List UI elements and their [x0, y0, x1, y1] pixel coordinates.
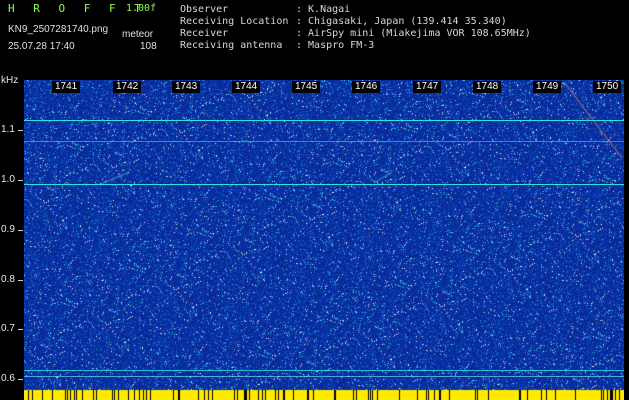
- time-tick-label: 1743: [172, 81, 201, 93]
- time-tick-label: 1750: [593, 81, 622, 93]
- waterfall-noise-canvas: [24, 80, 624, 400]
- y-tick-label: 1.0: [1, 174, 15, 185]
- y-tick-label: 0.8: [1, 274, 15, 285]
- antenna-value: : Maspro FM-3: [296, 40, 375, 51]
- reference-line: [24, 120, 624, 121]
- y-axis-unit: kHz: [1, 75, 19, 86]
- y-tick-mark: [18, 130, 23, 131]
- app-version: 1.00f: [126, 3, 157, 14]
- count-value: 108: [140, 41, 157, 52]
- y-tick-mark: [18, 379, 23, 380]
- file-name: KN9_2507281740.png: [8, 24, 109, 35]
- time-tick-label: 1748: [473, 81, 502, 93]
- timestamp: 25.07.28 17:40: [8, 41, 75, 52]
- y-tick-mark: [18, 329, 23, 330]
- time-tick-label: 1742: [113, 81, 142, 93]
- y-tick-mark: [18, 280, 23, 281]
- y-tick-label: 1.1: [1, 124, 15, 135]
- time-tick-label: 1749: [533, 81, 562, 93]
- y-tick-label: 0.7: [1, 323, 15, 334]
- reference-line: [24, 370, 624, 371]
- waterfall-spectrogram: 1741 1742 1743 1744 1745 1746 1747 1748 …: [24, 80, 624, 400]
- antenna-label: Receiving antenna: [180, 40, 283, 51]
- reference-line: [24, 376, 624, 377]
- mode-label: meteor: [122, 29, 154, 40]
- y-tick-label: 0.9: [1, 224, 15, 235]
- time-tick-label: 1741: [52, 81, 81, 93]
- time-tick-label: 1744: [232, 81, 261, 93]
- time-tick-label: 1747: [413, 81, 442, 93]
- y-tick-mark: [18, 230, 23, 231]
- time-tick-label: 1746: [352, 81, 381, 93]
- reference-line: [24, 184, 624, 185]
- time-tick-label: 1745: [292, 81, 321, 93]
- y-tick-label: 0.6: [1, 373, 15, 384]
- y-tick-mark: [18, 180, 23, 181]
- reference-line: [24, 141, 624, 142]
